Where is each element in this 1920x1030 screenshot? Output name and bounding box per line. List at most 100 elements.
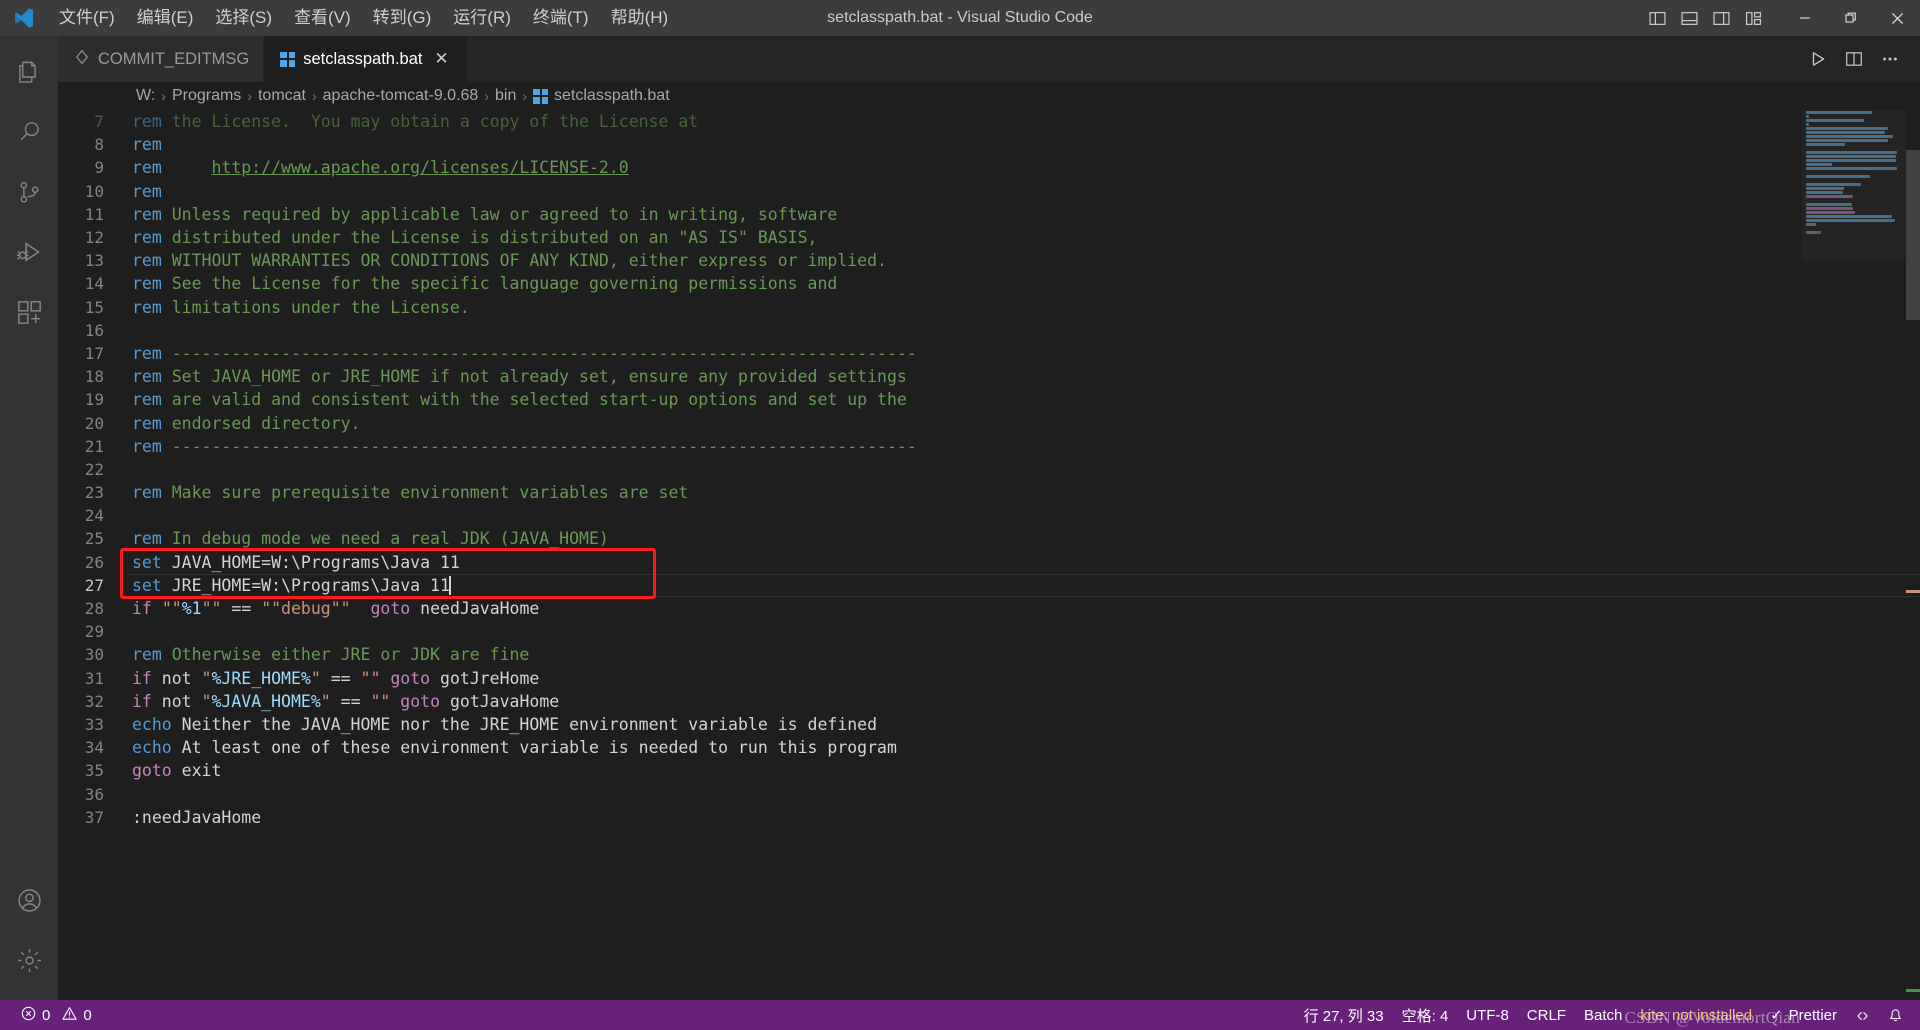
editor-indentation[interactable]: 空格: 4 [1393,1000,1458,1030]
code-line[interactable]: 32 if not "%JAVA_HOME%" == "" goto gotJav… [58,690,1920,713]
code-token: rem [132,274,162,294]
tab-label: setclasspath.bat [303,49,423,68]
source-control-icon[interactable] [0,162,58,222]
editor-position[interactable]: 行 27, 列 33 [1295,1000,1393,1030]
editor-eol[interactable]: CRLF [1518,1000,1575,1030]
menu-terminal[interactable]: 终端(T) [522,3,600,33]
explorer-icon[interactable] [0,42,58,102]
code-line[interactable]: 28 if ""%1"" == ""debug"" goto needJavaHo… [58,597,1920,620]
menu-help[interactable]: 帮助(H) [600,3,680,33]
code-line[interactable]: 36 [58,782,1920,805]
code-token: WITHOUT WARRANTIES OR CONDITIONS OF ANY … [161,251,887,271]
editor-vertical-scrollbar[interactable] [1906,110,1920,1000]
code-token: rem [132,251,162,271]
toggle-primary-sidebar-icon[interactable] [1642,3,1672,33]
scrollbar-thumb[interactable] [1906,150,1920,320]
run-and-debug-icon[interactable] [0,222,58,282]
prettier-status[interactable]: ✓ Prettier [1761,1000,1846,1030]
code-line[interactable]: 18 rem Set JAVA_HOME or JRE_HOME if not a… [58,365,1920,388]
code-line[interactable]: 15 rem limitations under the License. [58,296,1920,319]
code-line[interactable]: 23 rem Make sure prerequisite environment… [58,481,1920,504]
code-line[interactable]: 22 [58,458,1920,481]
run-button[interactable] [1802,43,1834,75]
tab-close-icon[interactable]: ✕ [431,48,453,70]
code-line[interactable]: 26 set JAVA_HOME=W:\Programs\Java 11 [58,551,1920,574]
tab-commit-editmsg[interactable]: COMMIT_EDITMSG [58,36,265,82]
menu-run[interactable]: 运行(R) [442,3,522,33]
more-actions-button[interactable] [1874,43,1906,75]
code-line[interactable]: 37:needJavaHome [58,806,1920,829]
code-token: "" [370,691,391,711]
code-token: rem [132,158,162,178]
code-line[interactable]: 34 echo At least one of these environment… [58,736,1920,759]
breadcrumb-separator-icon: › [522,88,528,104]
code-line[interactable]: 17 rem ----------------------------------… [58,342,1920,365]
menu-view[interactable]: 查看(V) [283,3,362,33]
breadcrumb-item-tomcat[interactable]: tomcat [258,87,306,105]
breadcrumb-item-drive[interactable]: W: [136,87,155,105]
close-button[interactable] [1874,0,1920,36]
menu-go[interactable]: 转到(G) [362,3,443,33]
code-line[interactable]: 21 rem ----------------------------------… [58,435,1920,458]
menu-selection[interactable]: 选择(S) [204,3,283,33]
code-token: Set JAVA_HOME or JRE_HOME if not already… [161,367,907,387]
minimap[interactable] [1802,110,1906,1000]
code-token: rem [132,343,162,363]
code-line[interactable]: 12 rem distributed under the License is d… [58,226,1920,249]
code-line[interactable]: 9 rem http://www.apache.org/licenses/LICE… [58,156,1920,179]
problems-status[interactable]: 0 0 [12,1000,101,1030]
code-line[interactable]: 10 rem [58,180,1920,203]
toggle-secondary-sidebar-icon[interactable] [1706,3,1736,33]
line-number: 29 [84,622,104,642]
code-token: Neither the JAVA_HOME nor the JRE_HOME e… [171,714,878,734]
code-line[interactable]: 24 [58,504,1920,527]
code-token: goto [370,599,411,619]
settings-gear-icon[interactable] [0,930,58,990]
code-line[interactable]: 11 rem Unless required by applicable law … [58,203,1920,226]
code-line[interactable]: 30 rem Otherwise either JRE or JDK are fi… [58,643,1920,666]
breadcrumb-separator-icon: › [247,88,252,104]
code-line[interactable]: 25 rem In debug mode we need a real JDK (… [58,527,1920,550]
code-line[interactable]: 27 set JRE_HOME=W:\Programs\Java 11 [58,574,1920,597]
code-line[interactable]: 8 rem [58,133,1920,156]
accounts-icon[interactable] [0,870,58,930]
menu-edit[interactable]: 编辑(E) [126,3,205,33]
code-line[interactable]: 35 goto exit [58,759,1920,782]
split-editor-right-button[interactable] [1838,43,1870,75]
code-line[interactable]: 13 rem WITHOUT WARRANTIES OR CONDITIONS O… [58,249,1920,272]
code-line[interactable]: 29 [58,620,1920,643]
breadcrumb-item-programs[interactable]: Programs [172,87,241,105]
kite-status[interactable]: kite: not installed [1631,1000,1761,1030]
extensions-icon[interactable] [0,282,58,342]
code-line-text: rem [126,135,162,154]
error-count: 0 [42,1006,51,1024]
notifications-bell-icon[interactable] [1879,1000,1912,1030]
code-line[interactable]: 20 rem endorsed directory. [58,411,1920,434]
code-line[interactable]: 31 if not "%JRE_HOME%" == "" goto gotJreH… [58,667,1920,690]
minimap-slider[interactable] [1802,110,1906,260]
breadcrumb-item-apache-tomcat[interactable]: apache-tomcat-9.0.68 [323,87,479,105]
code-editor[interactable]: 7 rem the License. You may obtain a copy … [58,110,1920,1000]
toggle-panel-icon[interactable] [1674,3,1704,33]
code-line[interactable]: 14 rem See the License for the specific l… [58,272,1920,295]
code-token: JRE_HOME=W:\Programs\Java 11 [161,575,450,595]
code-token: "" [360,668,381,688]
code-line[interactable]: 19 rem are valid and consistent with the … [58,388,1920,411]
tab-setclasspath-bat[interactable]: setclasspath.bat ✕ [264,36,468,82]
menu-file[interactable]: 文件(F) [48,3,126,33]
search-icon[interactable] [0,102,58,162]
remote-indicator[interactable] [1846,1000,1879,1030]
breadcrumb-item-file[interactable]: setclasspath.bat [533,87,670,105]
restore-button[interactable] [1828,0,1874,36]
code-line[interactable]: 16 [58,319,1920,342]
tab-label: COMMIT_EDITMSG [98,49,250,68]
code-line[interactable]: 33 echo Neither the JAVA_HOME nor the JRE… [58,713,1920,736]
customize-layout-icon[interactable] [1738,3,1768,33]
minimize-button[interactable] [1782,0,1828,36]
editor-encoding[interactable]: UTF-8 [1457,1000,1518,1030]
code-token: gotJreHome [430,668,540,688]
code-line[interactable]: 7 rem the License. You may obtain a copy … [58,110,1920,133]
breadcrumb-item-bin[interactable]: bin [495,87,516,105]
editor-language[interactable]: Batch [1575,1000,1631,1030]
